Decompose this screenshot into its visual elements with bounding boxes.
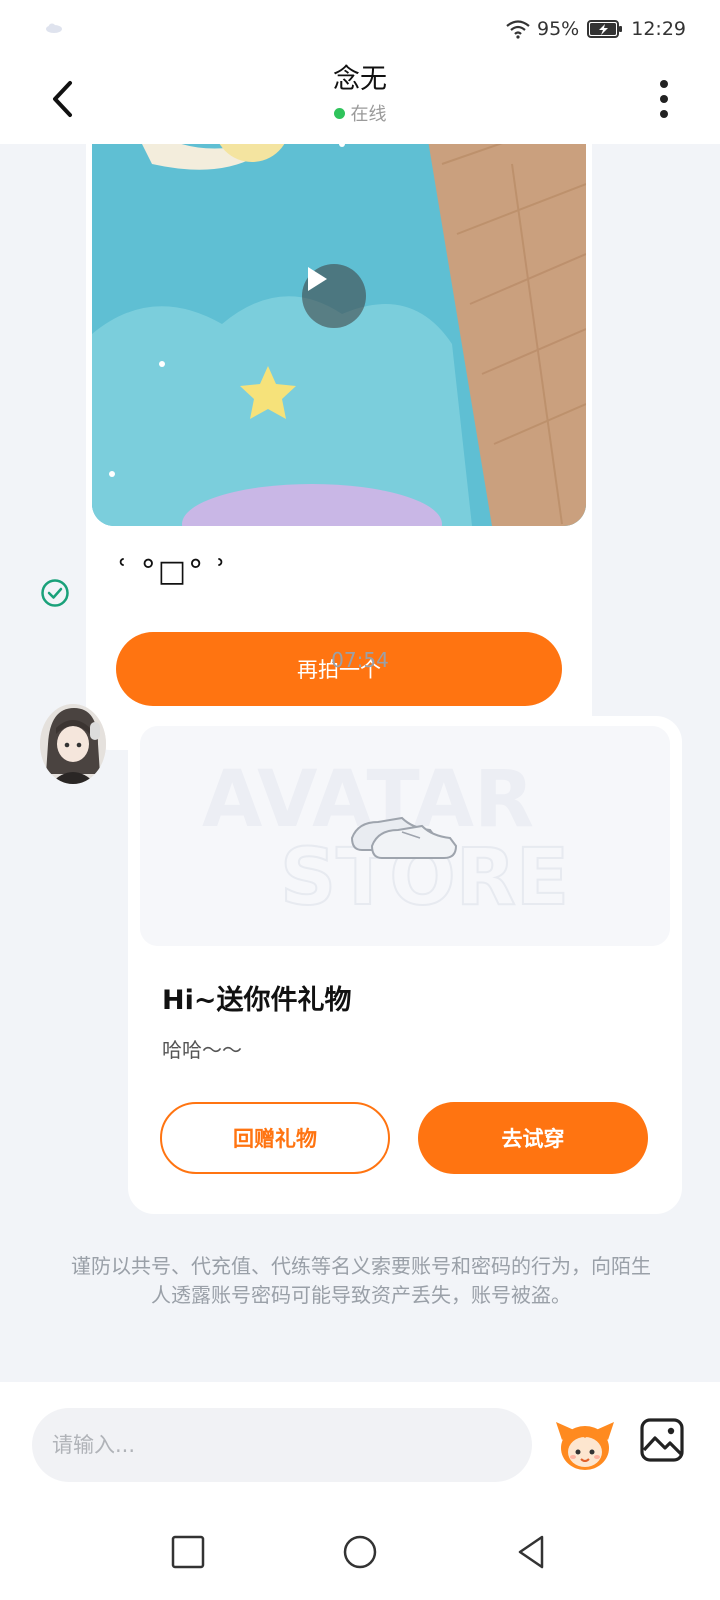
return-gift-button[interactable]: 回赠礼物: [160, 1102, 390, 1174]
gift-message-card: AVATAR STORE Hi~送你件礼物 哈哈～～ 回赠礼物 去试穿: [128, 716, 682, 1214]
battery-charging-icon: [587, 20, 623, 38]
more-vert-dot: [660, 95, 668, 103]
chat-header: 念无 在线: [0, 58, 720, 144]
more-vert-icon: [660, 80, 668, 88]
input-bar: [0, 1382, 720, 1600]
more-vert-dot: [660, 110, 668, 118]
status-bar: 95% 12:29: [0, 0, 720, 58]
status-time: 12:29: [631, 18, 686, 40]
cloud-icon: [46, 23, 62, 33]
gift-image[interactable]: AVATAR STORE: [140, 726, 670, 946]
system-nav-bar: [0, 1496, 720, 1600]
avatar-store-image: AVATAR STORE: [140, 726, 670, 946]
video-thumbnail[interactable]: [92, 144, 586, 526]
wifi-icon: [506, 20, 530, 39]
online-status-label: 在线: [350, 104, 387, 125]
message-text: ʿ °□° ʾ: [118, 554, 228, 589]
play-button[interactable]: [302, 264, 366, 328]
play-icon: [308, 267, 327, 291]
message-input[interactable]: [32, 1408, 532, 1482]
avatar-image: [40, 704, 106, 784]
contact-name: 念无: [333, 64, 387, 95]
sent-check-icon: [41, 579, 69, 607]
message-timestamp: 07:54: [331, 648, 389, 672]
more-options-button[interactable]: [652, 76, 676, 122]
recent-apps-icon[interactable]: [168, 1532, 208, 1572]
image-picker-button[interactable]: [638, 1416, 686, 1464]
video-scene-image: [92, 144, 586, 526]
emoji-mascot-button[interactable]: [554, 1412, 616, 1474]
contact-info: 念无 在线: [0, 62, 720, 126]
gift-title: Hi~送你件礼物: [162, 985, 352, 1016]
home-icon[interactable]: [340, 1532, 380, 1572]
battery-percent: 95%: [537, 18, 580, 40]
nav-back-icon[interactable]: [512, 1532, 552, 1572]
gift-subtitle: 哈哈～～: [162, 1038, 242, 1062]
try-on-button[interactable]: 去试穿: [418, 1102, 648, 1174]
contact-avatar[interactable]: [40, 704, 106, 784]
online-dot-icon: [333, 107, 345, 119]
security-warning: 谨防以共号、代充值、代练等名义索要账号和密码的行为，向陌生人透露账号密码可能导致…: [71, 1254, 651, 1307]
online-status: 在线: [333, 100, 387, 126]
chat-area[interactable]: ʿ °□° ʾ 再拍一个 07:54 AVATAR STORE Hi~送你件礼物…: [0, 144, 720, 1382]
